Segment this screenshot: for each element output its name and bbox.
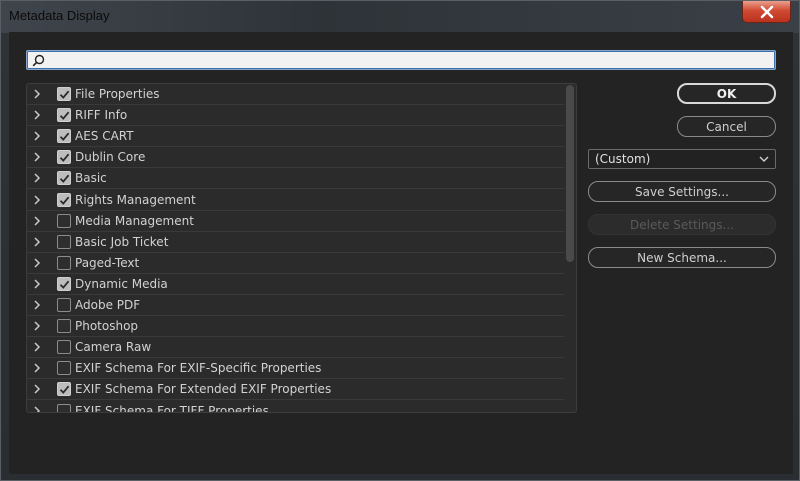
list-item[interactable]: EXIF Schema For TIFF Properties bbox=[27, 401, 564, 413]
chevron-right-icon[interactable] bbox=[32, 172, 42, 184]
list-item-label: EXIF Schema For Extended EXIF Properties bbox=[75, 382, 332, 396]
checkmark-icon bbox=[59, 132, 70, 141]
chevron-right-icon[interactable] bbox=[32, 194, 42, 206]
chevron-right-icon[interactable] bbox=[32, 320, 42, 332]
list-item-label: Basic Job Ticket bbox=[75, 235, 169, 249]
checkmark-icon bbox=[59, 174, 70, 183]
schema-checkbox[interactable] bbox=[57, 150, 71, 164]
list-item[interactable]: Basic Job Ticket bbox=[27, 232, 564, 253]
schema-checkbox[interactable] bbox=[57, 382, 71, 396]
new-schema-button[interactable]: New Schema... bbox=[588, 247, 776, 268]
dialog-content: File Properties RIFF Info AES CART Dublin C… bbox=[9, 32, 793, 474]
chevron-right-icon[interactable] bbox=[32, 383, 42, 395]
list-item-label: EXIF Schema For EXIF-Specific Properties bbox=[75, 361, 322, 375]
list-item-label: RIFF Info bbox=[75, 108, 128, 122]
list-item[interactable]: AES CART bbox=[27, 126, 564, 147]
chevron-down-icon bbox=[759, 156, 769, 162]
list-item-label: Camera Raw bbox=[75, 340, 152, 354]
list-item-label: Dynamic Media bbox=[75, 277, 168, 291]
list-item-label: Adobe PDF bbox=[75, 298, 141, 312]
list-item[interactable]: Media Management bbox=[27, 211, 564, 232]
ok-button[interactable]: OK bbox=[677, 83, 776, 104]
list-item-label: Paged-Text bbox=[75, 256, 140, 270]
schema-checkbox[interactable] bbox=[57, 214, 71, 228]
schema-list: File Properties RIFF Info AES CART Dublin C… bbox=[26, 83, 577, 413]
chevron-right-icon[interactable] bbox=[32, 109, 42, 121]
list-item[interactable]: File Properties bbox=[27, 84, 564, 105]
schema-checkbox[interactable] bbox=[57, 108, 71, 122]
chevron-right-icon[interactable] bbox=[32, 405, 42, 413]
search-field[interactable] bbox=[26, 50, 776, 70]
schema-checkbox[interactable] bbox=[57, 404, 71, 412]
dialog-window: Metadata Display File Properties RIFF Inf… bbox=[0, 0, 800, 481]
schema-checkbox[interactable] bbox=[57, 340, 71, 354]
list-item[interactable]: Adobe PDF bbox=[27, 295, 564, 316]
list-item[interactable]: Camera Raw bbox=[27, 337, 564, 358]
search-input[interactable] bbox=[49, 52, 769, 68]
list-item-label: AES CART bbox=[75, 129, 134, 143]
list-item-label: Basic bbox=[75, 171, 107, 185]
checkmark-icon bbox=[59, 280, 70, 289]
list-item-label: Rights Management bbox=[75, 193, 196, 207]
list-item-label: Dublin Core bbox=[75, 150, 146, 164]
scrollbar-thumb[interactable] bbox=[566, 85, 574, 262]
chevron-right-icon[interactable] bbox=[32, 299, 42, 311]
chevron-right-icon[interactable] bbox=[32, 130, 42, 142]
schema-checkbox[interactable] bbox=[57, 193, 71, 207]
close-icon bbox=[760, 5, 773, 18]
schema-checkbox[interactable] bbox=[57, 361, 71, 375]
schema-checkbox[interactable] bbox=[57, 298, 71, 312]
list-item[interactable]: Photoshop bbox=[27, 316, 564, 337]
search-icon bbox=[32, 54, 45, 67]
schema-checkbox[interactable] bbox=[57, 319, 71, 333]
schema-checkbox[interactable] bbox=[57, 171, 71, 185]
preset-select-value: (Custom) bbox=[595, 152, 651, 166]
schema-checkbox[interactable] bbox=[57, 277, 71, 291]
delete-settings-button: Delete Settings... bbox=[588, 214, 776, 235]
title-bar[interactable]: Metadata Display bbox=[1, 1, 799, 33]
save-settings-button[interactable]: Save Settings... bbox=[588, 181, 776, 202]
chevron-right-icon[interactable] bbox=[32, 215, 42, 227]
chevron-right-icon[interactable] bbox=[32, 236, 42, 248]
list-item[interactable]: EXIF Schema For EXIF-Specific Properties bbox=[27, 358, 564, 379]
list-item-label: EXIF Schema For TIFF Properties bbox=[75, 404, 269, 413]
schema-checkbox[interactable] bbox=[57, 129, 71, 143]
chevron-right-icon[interactable] bbox=[32, 151, 42, 163]
list-item[interactable]: Dynamic Media bbox=[27, 274, 564, 295]
list-item[interactable]: RIFF Info bbox=[27, 105, 564, 126]
window-title: Metadata Display bbox=[9, 8, 110, 23]
list-item-label: Media Management bbox=[75, 214, 194, 228]
chevron-right-icon[interactable] bbox=[32, 88, 42, 100]
cancel-button[interactable]: Cancel bbox=[677, 116, 776, 137]
checkmark-icon bbox=[59, 90, 70, 99]
chevron-right-icon[interactable] bbox=[32, 278, 42, 290]
chevron-right-icon[interactable] bbox=[32, 257, 42, 269]
schema-checkbox[interactable] bbox=[57, 256, 71, 270]
preset-select[interactable]: (Custom) bbox=[588, 149, 776, 169]
close-button[interactable] bbox=[742, 1, 791, 23]
checkmark-icon bbox=[59, 385, 70, 394]
list-item-label: Photoshop bbox=[75, 319, 139, 333]
schema-checkbox[interactable] bbox=[57, 235, 71, 249]
chevron-right-icon[interactable] bbox=[32, 341, 42, 353]
list-item-label: File Properties bbox=[75, 87, 160, 101]
list-item[interactable]: Rights Management bbox=[27, 190, 564, 211]
checkmark-icon bbox=[59, 196, 70, 205]
list-scrollbar[interactable] bbox=[565, 85, 576, 412]
checkmark-icon bbox=[59, 111, 70, 120]
list-item[interactable]: EXIF Schema For Extended EXIF Properties bbox=[27, 379, 564, 400]
schema-checkbox[interactable] bbox=[57, 87, 71, 101]
checkmark-icon bbox=[59, 153, 70, 162]
list-item[interactable]: Paged-Text bbox=[27, 253, 564, 274]
list-item[interactable]: Dublin Core bbox=[27, 147, 564, 168]
list-item[interactable]: Basic bbox=[27, 168, 564, 189]
chevron-right-icon[interactable] bbox=[32, 362, 42, 374]
